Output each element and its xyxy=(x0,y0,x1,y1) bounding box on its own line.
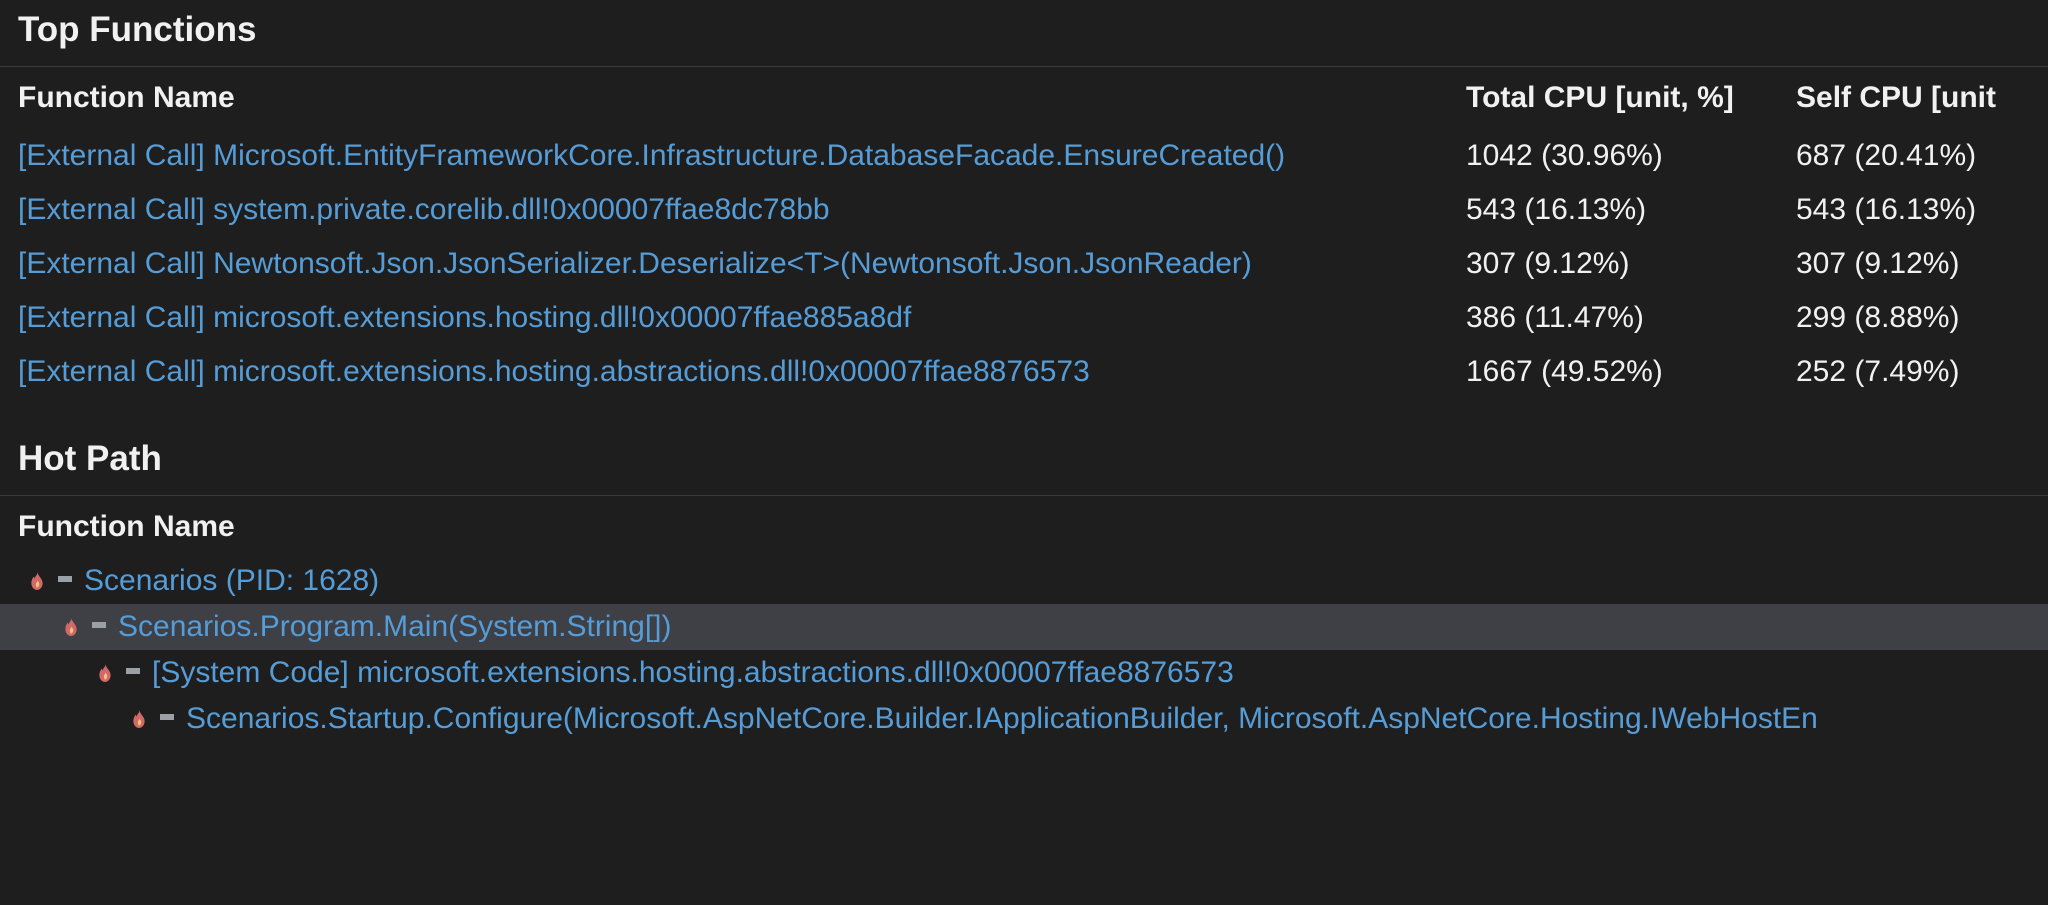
column-header-total-cpu[interactable]: Total CPU [unit, %] xyxy=(1460,67,1790,129)
column-header-function-name[interactable]: Function Name xyxy=(0,67,1460,129)
self-cpu-value: 252 (7.49%) xyxy=(1790,345,2048,399)
top-functions-title: Top Functions xyxy=(0,0,2048,67)
self-cpu-value: 543 (16.13%) xyxy=(1790,183,2048,237)
hot-path-row[interactable]: Scenarios.Program.Main(System.String[]) xyxy=(0,604,2048,650)
top-functions-table: Function Name Total CPU [unit, %] Self C… xyxy=(0,67,2048,399)
marker-icon xyxy=(58,576,72,582)
total-cpu-value: 386 (11.47%) xyxy=(1460,291,1790,345)
hot-path-function-link[interactable]: Scenarios (PID: 1628) xyxy=(84,564,379,598)
total-cpu-value: 307 (9.12%) xyxy=(1460,237,1790,291)
self-cpu-value: 307 (9.12%) xyxy=(1790,237,2048,291)
table-row[interactable]: [External Call] microsoft.extensions.hos… xyxy=(0,291,2048,345)
function-name-link[interactable]: [External Call] Microsoft.EntityFramewor… xyxy=(18,139,1285,172)
hot-path-row[interactable]: Scenarios (PID: 1628) xyxy=(0,558,2048,604)
marker-icon xyxy=(160,714,174,720)
marker-icon xyxy=(126,668,140,674)
hot-path-function-link[interactable]: [System Code] microsoft.extensions.hosti… xyxy=(152,656,1234,690)
table-row[interactable]: [External Call] microsoft.extensions.hos… xyxy=(0,345,2048,399)
table-row[interactable]: [External Call] Newtonsoft.Json.JsonSeri… xyxy=(0,237,2048,291)
hot-path-table: Function Name Scenarios (PID: 1628) Scena… xyxy=(0,496,2048,742)
hot-path-title: Hot Path xyxy=(0,429,2048,496)
table-row[interactable]: [External Call] system.private.corelib.d… xyxy=(0,183,2048,237)
flame-icon xyxy=(28,572,46,590)
total-cpu-value: 1667 (49.52%) xyxy=(1460,345,1790,399)
top-functions-section: Top Functions Function Name Total CPU [u… xyxy=(0,0,2048,399)
hot-path-function-link[interactable]: Scenarios.Startup.Configure(Microsoft.As… xyxy=(186,702,1818,736)
hot-path-column-header-function-name[interactable]: Function Name xyxy=(0,496,2048,558)
hot-path-row[interactable]: Scenarios.Startup.Configure(Microsoft.As… xyxy=(0,696,2048,742)
total-cpu-value: 1042 (30.96%) xyxy=(1460,129,1790,183)
hot-path-row[interactable]: [System Code] microsoft.extensions.hosti… xyxy=(0,650,2048,696)
total-cpu-value: 543 (16.13%) xyxy=(1460,183,1790,237)
flame-icon xyxy=(130,710,148,728)
marker-icon xyxy=(92,622,106,628)
flame-icon xyxy=(96,664,114,682)
section-gap xyxy=(0,399,2048,429)
self-cpu-value: 299 (8.88%) xyxy=(1790,291,2048,345)
function-name-link[interactable]: [External Call] Newtonsoft.Json.JsonSeri… xyxy=(18,247,1252,280)
function-name-link[interactable]: [External Call] microsoft.extensions.hos… xyxy=(18,355,1090,388)
column-header-self-cpu[interactable]: Self CPU [unit xyxy=(1790,67,2048,129)
function-name-link[interactable]: [External Call] microsoft.extensions.hos… xyxy=(18,301,911,334)
flame-icon xyxy=(62,618,80,636)
table-row[interactable]: [External Call] Microsoft.EntityFramewor… xyxy=(0,129,2048,183)
hot-path-function-link[interactable]: Scenarios.Program.Main(System.String[]) xyxy=(118,610,672,644)
hot-path-section: Hot Path Function Name Scenarios (PID: 1… xyxy=(0,429,2048,742)
self-cpu-value: 687 (20.41%) xyxy=(1790,129,2048,183)
function-name-link[interactable]: [External Call] system.private.corelib.d… xyxy=(18,193,830,226)
